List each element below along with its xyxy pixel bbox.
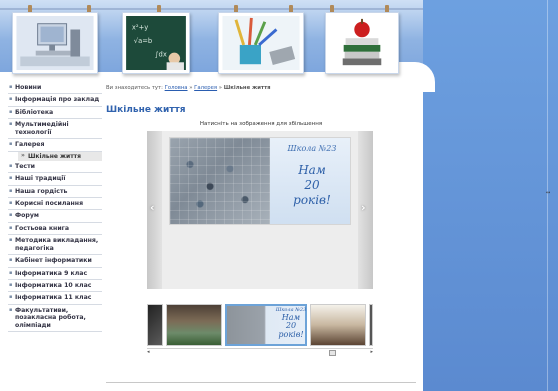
chalkboard-icon: x²+y √a=b ∫dx (126, 16, 186, 70)
pencils-icon (222, 16, 300, 70)
sidebar-item-gallery[interactable]: Галерея (8, 139, 102, 152)
thumbnail-anniversary-text: Школа №23 Нам 20 років! (275, 307, 307, 340)
sidebar-item-methodology[interactable]: Методика викладання, педагогіка (8, 235, 102, 256)
thumbnail-strip: Школа №23 Нам 20 років! (147, 303, 373, 347)
school-number-text: Школа №23 (287, 144, 337, 153)
anniversary-text: Нам 20 років! (274, 163, 350, 208)
breadcrumb-current: Шкільне життя (223, 85, 271, 91)
sidebar-item-traditions[interactable]: Наші традиції (8, 173, 102, 186)
chevron-left-icon: ‹ (150, 201, 155, 214)
anniversary-line3: років! (293, 193, 331, 207)
header-photo-chalkboard: x²+y √a=b ∫dx (122, 12, 190, 74)
thumbnail-image[interactable] (310, 304, 366, 346)
breadcrumb: Ви знаходитесь тут: Головна » Галерея » … (106, 85, 271, 91)
breadcrumb-home-link[interactable]: Головна (165, 85, 188, 91)
header-photo-pencils (218, 12, 304, 74)
sidebar-item-tests[interactable]: Тести (8, 161, 102, 174)
sidebar-item-multimedia[interactable]: Мультимедійні технології (8, 119, 102, 140)
chevron-right-icon: › (361, 201, 366, 214)
svg-text:x²+y: x²+y (132, 24, 148, 32)
gallery-prev-button[interactable]: ‹ (147, 131, 162, 289)
sidebar-item-forum[interactable]: Форум (8, 210, 102, 223)
breadcrumb-separator: » (189, 85, 193, 91)
thumbnail-scrollbar[interactable]: ◂ ▸ (147, 348, 373, 356)
gallery-next-button[interactable]: › (358, 131, 373, 289)
sidebar-item-it-room[interactable]: Кабінет інформатики (8, 255, 102, 268)
breadcrumb-separator: » (218, 85, 223, 91)
sidebar-nav: Новини Інформація про заклад Бібліотека … (8, 82, 102, 333)
thumbnail-image[interactable] (147, 304, 163, 346)
anniversary-line1: Нам (298, 163, 326, 177)
computer-icon (16, 16, 94, 70)
footer-divider (106, 382, 416, 383)
sidebar-subitem-school-life[interactable]: Шкільне життя (18, 151, 102, 161)
gallery-hint: Натисніть на зображення для збільшення (199, 121, 323, 127)
breadcrumb-prefix: Ви знаходитесь тут: (106, 85, 163, 91)
thumbnail-image[interactable] (166, 304, 222, 346)
anniversary-line2: 20 (304, 178, 320, 192)
svg-text:∫dx: ∫dx (155, 51, 167, 59)
sidebar-item-it-10[interactable]: Інформатика 10 клас (8, 280, 102, 293)
sidebar-item-links[interactable]: Корисні посилання (8, 198, 102, 211)
books-apple-icon (329, 16, 395, 70)
sidebar-item-pride[interactable]: Наша гордість (8, 186, 102, 198)
sidebar-item-it-11[interactable]: Інформатика 11 клас (8, 292, 102, 305)
header-photo-computer (12, 12, 98, 74)
thumbnail-line3: років! (278, 330, 304, 340)
scroll-right-icon[interactable]: ▸ (370, 349, 373, 355)
resize-marker: ↔ (546, 190, 551, 196)
breadcrumb-gallery-link[interactable]: Галерея (194, 85, 217, 91)
scroll-left-icon[interactable]: ◂ (147, 349, 150, 355)
thumbnail-image-selected[interactable]: Школа №23 Нам 20 років! (225, 304, 307, 346)
right-background (423, 0, 558, 391)
sidebar-item-about[interactable]: Інформація про заклад (8, 94, 102, 107)
svg-text:√a=b: √a=b (134, 37, 152, 45)
sidebar-item-news[interactable]: Новини (8, 82, 102, 95)
sidebar-item-it-9[interactable]: Інформатика 9 клас (8, 268, 102, 280)
main-gallery-image[interactable]: Школа №23 Нам 20 років! (169, 137, 351, 225)
sidebar-item-electives[interactable]: Факультативи, позакласна робота, олімпіа… (8, 305, 102, 333)
header-photo-books (325, 12, 399, 74)
page-title: Шкільне життя (106, 105, 186, 115)
sidebar-item-library[interactable]: Бібліотека (8, 107, 102, 120)
photo-grid (170, 138, 270, 224)
school-photo (170, 138, 270, 224)
scroll-thumb[interactable] (329, 350, 336, 356)
header-rope (0, 8, 423, 10)
gallery-viewer: ‹ Школа №23 Нам 20 років! › (147, 131, 373, 289)
thumbnail-image[interactable] (369, 304, 373, 346)
sidebar-item-guestbook[interactable]: Гостьова книга (8, 223, 102, 236)
